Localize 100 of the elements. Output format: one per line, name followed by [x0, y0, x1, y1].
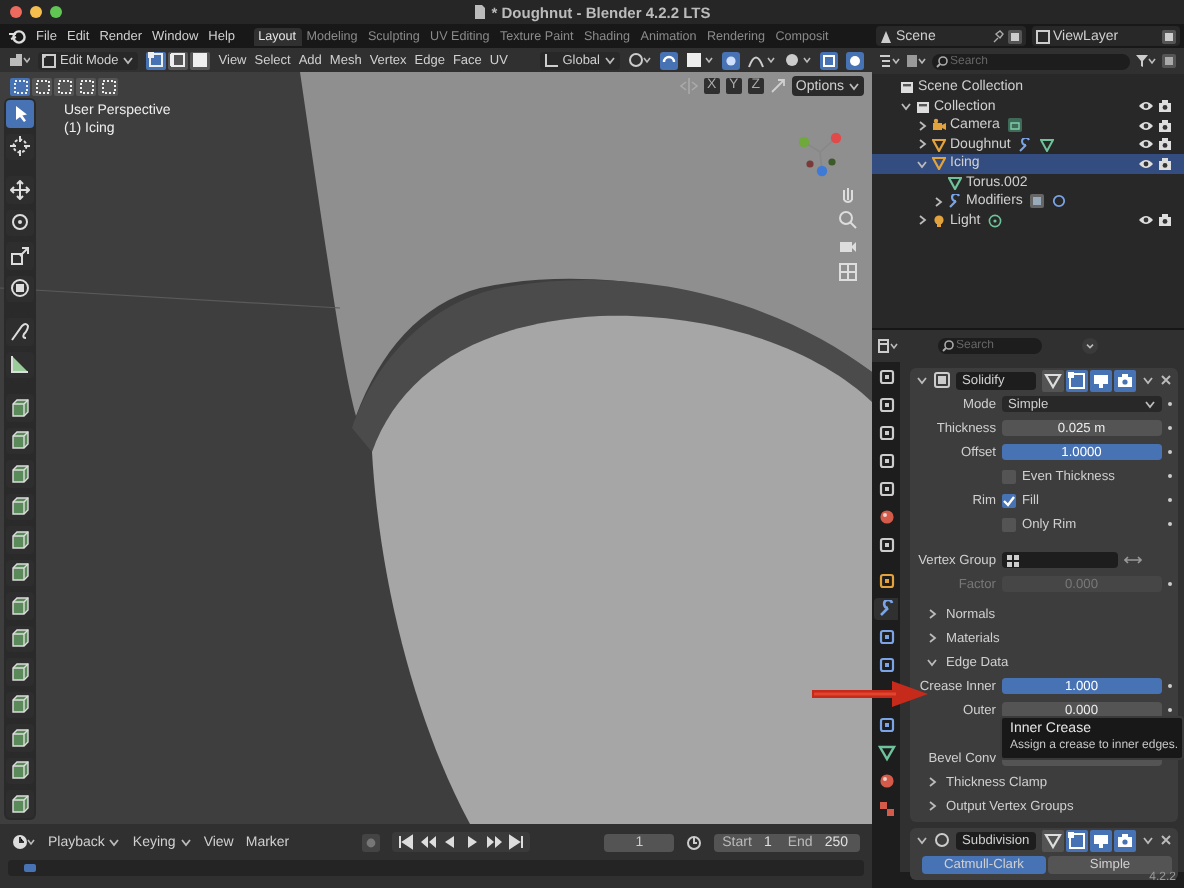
keyframe-dot[interactable]	[1167, 521, 1172, 527]
falloff-curve-icon[interactable]	[748, 52, 776, 68]
tool-button[interactable]	[6, 275, 34, 302]
tool-button[interactable]	[6, 691, 34, 718]
chevron-right-icon[interactable]	[926, 632, 938, 644]
chevron-right-icon[interactable]	[926, 776, 938, 788]
camera-render-icon[interactable]	[1158, 157, 1172, 170]
tool-button[interactable]	[6, 394, 34, 421]
circle-outline-icon[interactable]	[1052, 194, 1067, 209]
properties-tab[interactable]	[874, 394, 898, 416]
monitor-icon[interactable]	[1092, 831, 1110, 849]
tool-button[interactable]	[6, 724, 34, 751]
checkbox[interactable]	[1002, 493, 1016, 507]
filter-icon[interactable]	[906, 54, 926, 68]
select-mode-button[interactable]	[190, 51, 211, 69]
chevron-right-icon[interactable]	[931, 195, 943, 208]
properties-tab[interactable]	[874, 654, 898, 676]
select-mode-button[interactable]	[146, 51, 167, 69]
chevron-down-icon[interactable]	[916, 374, 928, 386]
wrench-icon[interactable]	[1018, 137, 1033, 152]
tool-button[interactable]	[6, 559, 34, 586]
stopwatch-icon[interactable]	[686, 834, 703, 850]
tool-button[interactable]	[6, 133, 34, 160]
jump-end-icon[interactable]	[508, 834, 525, 850]
tool-button[interactable]	[6, 757, 34, 784]
camera-render-icon[interactable]	[1158, 100, 1172, 113]
options-dropdown-icon[interactable]	[1082, 338, 1098, 354]
edit-cage-icon[interactable]	[1044, 831, 1062, 849]
jump-start-icon[interactable]	[398, 834, 415, 850]
close-icon[interactable]	[1160, 834, 1172, 846]
properties-tab[interactable]	[874, 478, 898, 500]
properties-tab[interactable]	[874, 450, 898, 472]
tool-button[interactable]	[6, 242, 34, 269]
keyframe-dot[interactable]	[1167, 425, 1172, 431]
chevron-down-icon[interactable]	[926, 656, 938, 668]
tool-button[interactable]	[6, 427, 34, 454]
eye-icon[interactable]	[1138, 100, 1154, 113]
eye-icon[interactable]	[1138, 138, 1154, 151]
tool-button[interactable]	[6, 658, 34, 685]
pivot-icon[interactable]	[628, 52, 652, 68]
previous-keyframe-icon[interactable]	[420, 834, 437, 850]
chevron-down-icon[interactable]	[916, 834, 928, 846]
chevron-right-icon[interactable]	[926, 800, 938, 812]
snap-target-icon[interactable]	[686, 52, 714, 68]
playhead-marker[interactable]	[24, 864, 36, 872]
editor-type-icon[interactable]	[878, 338, 898, 354]
tool-button[interactable]	[6, 625, 34, 652]
tool-button[interactable]	[6, 460, 34, 487]
chevron-down-icon[interactable]	[915, 157, 927, 170]
light-data-icon[interactable]	[988, 213, 1003, 228]
new-collection-icon[interactable]	[1162, 54, 1176, 68]
tool-button[interactable]	[6, 318, 34, 345]
edit-cage-icon[interactable]	[1044, 371, 1062, 389]
tool-button[interactable]	[6, 592, 34, 619]
properties-tab[interactable]	[874, 798, 898, 820]
camera-render-icon[interactable]	[1158, 214, 1172, 227]
properties-tab[interactable]	[874, 770, 898, 792]
properties-tab[interactable]	[874, 714, 898, 736]
close-icon[interactable]	[1160, 374, 1172, 386]
properties-tab[interactable]	[874, 598, 898, 620]
tool-button[interactable]	[6, 176, 34, 203]
properties-tab[interactable]	[874, 742, 898, 764]
keyframe-dot[interactable]	[1167, 581, 1172, 587]
solid-block-icon[interactable]	[1030, 194, 1045, 209]
display-mode-icon[interactable]	[880, 54, 900, 68]
properties-tab[interactable]	[874, 422, 898, 444]
triangle-mesh-icon[interactable]	[1040, 137, 1055, 152]
chevron-right-icon[interactable]	[915, 214, 927, 227]
vertex-group-field[interactable]	[1002, 551, 1118, 569]
chevron-right-icon[interactable]	[926, 608, 938, 620]
properties-tab[interactable]	[874, 626, 898, 648]
eye-icon[interactable]	[1138, 157, 1154, 170]
camera-render-icon[interactable]	[1116, 371, 1134, 389]
shading-mode-icon[interactable]	[846, 51, 864, 69]
tool-button[interactable]	[6, 790, 34, 817]
tool-button[interactable]	[6, 526, 34, 553]
play-reverse-icon[interactable]	[442, 834, 459, 850]
record-button-icon[interactable]	[362, 833, 381, 851]
properties-tab[interactable]	[874, 366, 898, 388]
tool-button[interactable]	[6, 493, 34, 520]
camera-data-icon[interactable]	[1007, 118, 1022, 133]
edit-mode-icon[interactable]	[1068, 831, 1086, 849]
xray-toggle-icon[interactable]	[820, 51, 838, 69]
select-mode-button[interactable]	[168, 51, 189, 69]
properties-tab[interactable]	[874, 506, 898, 528]
window-controls-icon[interactable]	[8, 4, 68, 20]
keyframe-dot[interactable]	[1167, 707, 1172, 713]
editor-type-icon[interactable]	[8, 52, 30, 68]
camera-render-icon[interactable]	[1158, 138, 1172, 151]
tool-button[interactable]	[6, 351, 34, 378]
keyframe-dot[interactable]	[1167, 449, 1172, 455]
properties-tab[interactable]	[874, 570, 898, 592]
play-icon[interactable]	[464, 834, 481, 850]
chevron-down-icon[interactable]	[899, 100, 911, 113]
keyframe-dot[interactable]	[1167, 683, 1172, 689]
monitor-icon[interactable]	[1092, 371, 1110, 389]
snap-toggle-icon[interactable]	[660, 51, 678, 69]
keyframe-dot[interactable]	[1167, 401, 1172, 407]
camera-render-icon[interactable]	[1158, 119, 1172, 132]
invert-arrows-icon[interactable]	[1124, 554, 1142, 566]
